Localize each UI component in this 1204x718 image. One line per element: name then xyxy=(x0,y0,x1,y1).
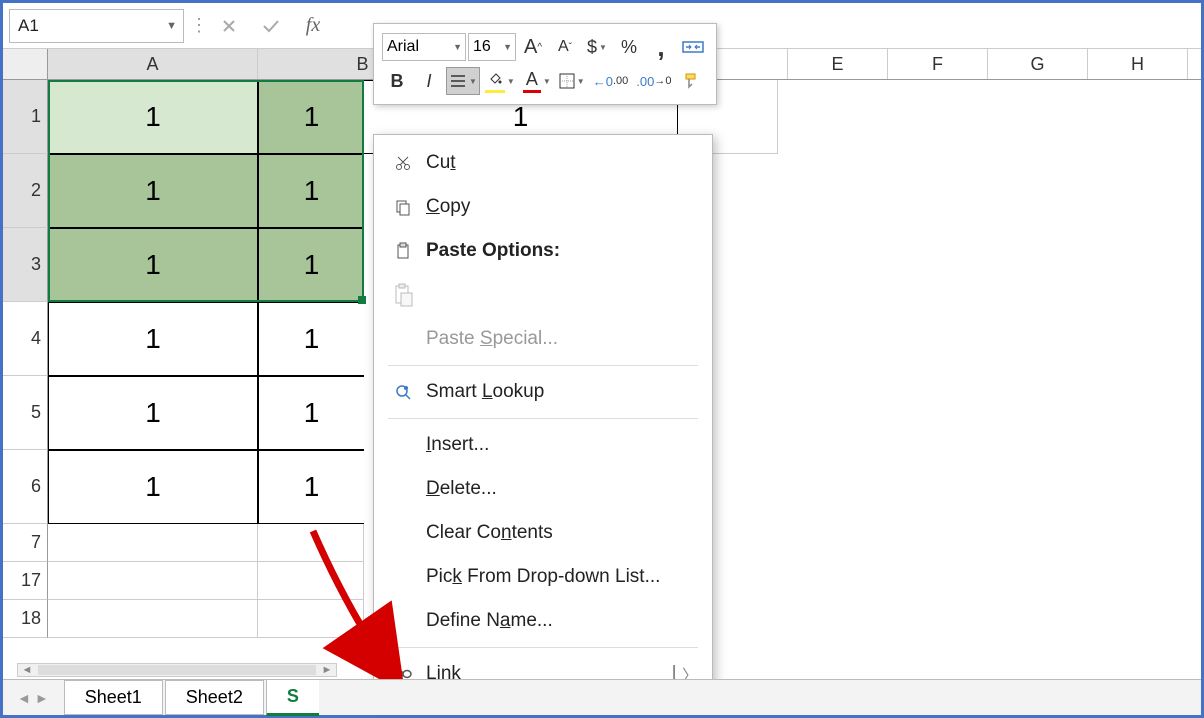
sheet-tabs: ◄► Sheet1 Sheet2 S xyxy=(3,679,1201,715)
menu-insert[interactable]: Insert... xyxy=(374,423,712,467)
decrease-font-button[interactable]: Aˇ xyxy=(550,33,580,61)
cell-B7[interactable] xyxy=(258,524,364,562)
increase-font-button[interactable]: A^ xyxy=(518,33,548,61)
align-button[interactable]: ▼ xyxy=(446,67,480,95)
name-box-value: A1 xyxy=(18,16,39,36)
chevron-down-icon[interactable]: ▼ xyxy=(503,42,512,52)
borders-button[interactable]: ▼ xyxy=(556,67,588,95)
merge-center-button[interactable] xyxy=(678,33,708,61)
select-all-corner[interactable] xyxy=(3,49,48,79)
decrease-decimal-button[interactable]: .00→0 xyxy=(633,67,674,95)
row-header-4[interactable]: 4 xyxy=(3,302,48,376)
enter-button[interactable] xyxy=(254,9,288,43)
horizontal-scrollbar[interactable]: ◄ ► xyxy=(17,663,337,677)
font-color-button[interactable]: A▼ xyxy=(520,67,554,95)
cell-A18[interactable] xyxy=(48,600,258,638)
row-header-1[interactable]: 1 xyxy=(3,80,48,154)
name-box[interactable]: A1 ▼ xyxy=(9,9,184,43)
tab-sheet3[interactable]: S xyxy=(266,679,319,716)
col-header-E[interactable]: E xyxy=(788,49,888,79)
menu-separator xyxy=(388,418,698,419)
cell-A3[interactable]: 1 xyxy=(48,228,258,302)
cell-A4[interactable]: 1 xyxy=(48,302,258,376)
row-header-7[interactable]: 7 xyxy=(3,524,48,562)
tab-nav[interactable]: ◄► xyxy=(17,690,49,706)
row-header-18[interactable]: 18 xyxy=(3,600,48,638)
bucket-icon xyxy=(485,69,505,93)
menu-smart-lookup[interactable]: Smart Lookup xyxy=(374,370,712,414)
cell-B5-partial[interactable]: 1 xyxy=(258,376,364,450)
menu-paste-special[interactable]: Paste Special... xyxy=(374,317,712,361)
menu-separator xyxy=(388,365,698,366)
chevron-down-icon[interactable]: ▼ xyxy=(166,20,177,32)
clipboard-icon xyxy=(388,242,418,260)
italic-button[interactable]: I xyxy=(414,67,444,95)
row-header-5[interactable]: 5 xyxy=(3,376,48,450)
format-painter-button[interactable] xyxy=(676,67,706,95)
menu-pick-list[interactable]: Pick From Drop-down List... xyxy=(374,555,712,599)
scroll-right-button[interactable]: ► xyxy=(318,664,336,676)
tab-sheet1[interactable]: Sheet1 xyxy=(64,680,163,715)
menu-clear-contents[interactable]: Clear Contents xyxy=(374,511,712,555)
search-icon xyxy=(388,383,418,401)
col-header-F[interactable]: F xyxy=(888,49,988,79)
row-header-6[interactable]: 6 xyxy=(3,450,48,524)
font-name-input[interactable]: Arial▼ xyxy=(382,33,466,61)
menu-separator xyxy=(388,647,698,648)
fill-color-button[interactable]: ▼ xyxy=(482,67,518,95)
cancel-button[interactable] xyxy=(212,9,246,43)
cell-A7[interactable] xyxy=(48,524,258,562)
cell-A1[interactable]: 1 xyxy=(48,80,258,154)
cell-B4-partial[interactable]: 1 xyxy=(258,302,364,376)
scissors-icon xyxy=(388,154,418,172)
cell-A6[interactable]: 1 xyxy=(48,450,258,524)
row-header-17[interactable]: 17 xyxy=(3,562,48,600)
col-header-G[interactable]: G xyxy=(988,49,1088,79)
scroll-track[interactable] xyxy=(38,665,316,675)
tab-sheet2[interactable]: Sheet2 xyxy=(165,680,264,715)
menu-copy[interactable]: Copy xyxy=(374,185,712,229)
menu-cut[interactable]: Cut xyxy=(374,141,712,185)
cell-B18[interactable] xyxy=(258,600,364,638)
menu-paste-plain[interactable] xyxy=(374,273,712,317)
scroll-left-button[interactable]: ◄ xyxy=(18,664,36,676)
cell-B1-partial[interactable]: 1 xyxy=(258,80,364,154)
bold-button[interactable]: B xyxy=(382,67,412,95)
accounting-format-button[interactable]: $▼ xyxy=(582,33,612,61)
clipboard-icon xyxy=(388,283,418,307)
percent-format-button[interactable]: % xyxy=(614,33,644,61)
mini-toolbar: Arial▼ 16▼ A^ Aˇ $▼ % , B I ▼ ▼ A▼ ▼ ←0.… xyxy=(373,23,717,105)
context-menu: Cut Copy Paste Options: Paste Special...… xyxy=(373,134,713,703)
cell-A5[interactable]: 1 xyxy=(48,376,258,450)
cell-B17[interactable] xyxy=(258,562,364,600)
cell-B6-partial[interactable]: 1 xyxy=(258,450,364,524)
menu-paste-options: Paste Options: xyxy=(374,229,712,273)
increase-decimal-button[interactable]: ←0.00 xyxy=(590,67,632,95)
menu-define-name[interactable]: Define Name... xyxy=(374,599,712,643)
cell-A17[interactable] xyxy=(48,562,258,600)
comma-format-button[interactable]: , xyxy=(646,33,676,61)
insert-function-button[interactable]: fx xyxy=(296,9,330,43)
col-header-H[interactable]: H xyxy=(1088,49,1188,79)
chevron-down-icon[interactable]: ▼ xyxy=(453,42,462,52)
cell-B2-partial[interactable]: 1 xyxy=(258,154,364,228)
col-header-A[interactable]: A xyxy=(48,49,258,79)
font-size-input[interactable]: 16▼ xyxy=(468,33,516,61)
row-header-3[interactable]: 3 xyxy=(3,228,48,302)
cell-A2[interactable]: 1 xyxy=(48,154,258,228)
divider: ⋮ xyxy=(190,15,204,36)
row-header-2[interactable]: 2 xyxy=(3,154,48,228)
cell-B3-partial[interactable]: 1 xyxy=(258,228,364,302)
menu-delete[interactable]: Delete... xyxy=(374,467,712,511)
copy-icon xyxy=(388,198,418,216)
